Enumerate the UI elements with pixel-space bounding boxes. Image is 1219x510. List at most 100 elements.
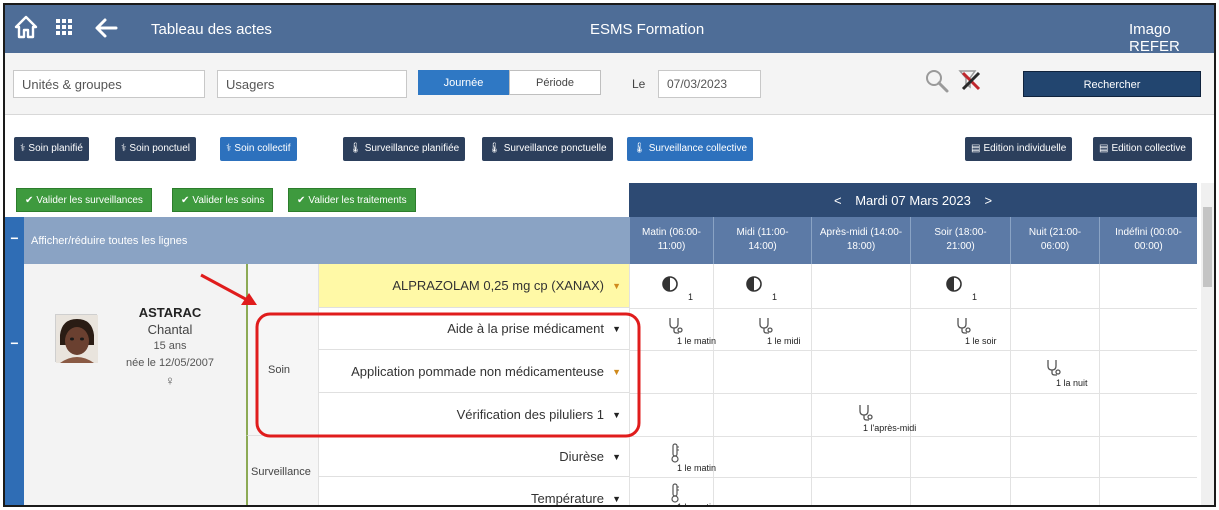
avatar [55,314,98,363]
grid-divider [1099,264,1100,505]
soin-ponctuel-button[interactable]: ⚕ Soin ponctuel [115,137,197,161]
half-dose-icon[interactable] [745,275,763,298]
top-bar: Tableau des actes ESMS Formation Imago R… [5,5,1214,55]
patient-birth-date: née le 12/05/2007 [125,357,215,369]
patient-collapse-toggle[interactable]: − [5,327,24,367]
patient-first-name: Chantal [147,322,193,337]
planned-care-caption: 1 le soir [965,336,997,346]
soin-category-cell: Soin [246,308,318,436]
apps-grid-icon[interactable] [55,18,73,41]
validate-surveillances-button[interactable]: ✔ Valider les surveillances [16,188,152,212]
grid-divider [629,350,1197,351]
surveillance-planifiee-button[interactable]: 🌡 Surveillance planifiée [343,137,466,161]
units-groups-field[interactable]: Unités & groupes [13,70,205,98]
day-navigator: < Mardi 07 Mars 2023 > [629,183,1197,217]
column-header-nuit: Nuit (21:00- 06:00) [1010,217,1099,264]
surveillance-category-label: Surveillance [251,466,311,478]
clear-filter-icon[interactable] [957,67,987,100]
check-icon: ✔ [181,195,190,206]
dose-count: 1 [688,292,694,302]
current-day-label: Mardi 07 Mars 2023 [855,193,971,208]
half-dose-icon[interactable] [661,275,679,298]
edition-collective-button[interactable]: ▤ Edition collective [1093,137,1192,161]
surveillance-label: Diurèse [559,449,604,464]
chevron-down-icon[interactable]: ▼ [612,367,621,377]
grid-divider [1010,264,1011,505]
surveillance-ponctuelle-button[interactable]: 🌡 Surveillance ponctuelle [482,137,613,161]
soin-label: Aide à la prise médicament [447,321,604,336]
planned-care-caption: 1 la nuit [1056,378,1088,388]
half-dose-icon[interactable] [945,275,963,298]
chevron-down-icon[interactable]: ▼ [612,494,621,504]
surveillance-row-temperature[interactable]: Température ▼ [318,477,630,506]
surveillance-collective-button[interactable]: 🌡 Surveillance collective [627,137,754,161]
soin-collectif-button[interactable]: ⚕ Soin collectif [220,137,297,161]
patient-last-name: ASTARAC [138,305,202,320]
treatment-row-alprazolam[interactable]: ALPRAZOLAM 0,25 mg cp (XANAX) ▼ [318,264,630,308]
mode-journee-toggle[interactable]: Journée [418,70,509,95]
soin-category-label: Soin [268,364,291,376]
patient-row-bar [5,264,24,505]
stethoscope-icon: ⚕ [226,143,232,154]
date-field[interactable]: 07/03/2023 [658,70,761,98]
female-sex-icon: ♀ [165,373,175,388]
planned-care-caption: 1 le matin [677,336,717,346]
chevron-down-icon[interactable]: ▼ [612,410,621,420]
soin-row-aide-prise[interactable]: Aide à la prise médicament ▼ [318,308,630,350]
document-icon: ▤ [1099,143,1109,154]
dose-count: 1 [972,292,978,302]
surveillance-category-cell: Surveillance [246,436,318,505]
screen-title: Tableau des actes [151,21,272,38]
chevron-down-icon[interactable]: ▼ [612,452,621,462]
document-icon: ▤ [971,143,981,154]
grid-divider [629,308,1197,309]
planned-surveillance-caption: 1 le matin [677,502,717,507]
search-button[interactable]: Rechercher [1023,71,1201,97]
next-day-button[interactable]: > [984,193,992,208]
mode-periode-toggle[interactable]: Période [509,70,601,95]
back-arrow-icon[interactable] [93,15,119,46]
thermometer-icon: 🌡 [488,143,501,154]
soin-row-verification-piluliers[interactable]: Vérification des piluliers 1 ▼ [318,393,630,436]
grid-divider [629,393,1197,394]
thermometer-icon: 🌡 [633,143,646,154]
soin-label: Application pommade non médicamenteuse [351,364,604,379]
validate-traitements-button[interactable]: ✔ Valider les traitements [288,188,416,212]
vertical-scrollbar[interactable] [1201,183,1214,505]
check-icon: ✔ [297,195,306,206]
thermometer-icon: 🌡 [349,143,362,154]
grid-divider [910,264,911,505]
users-field[interactable]: Usagers [217,70,407,98]
column-header-indefini: Indéfini (00:00- 00:00) [1099,217,1197,264]
soin-row-application-pommade[interactable]: Application pommade non médicamenteuse ▼ [318,350,630,393]
home-icon[interactable] [13,14,39,45]
expand-collapse-all-link[interactable]: Afficher/réduire toutes les lignes [31,235,187,247]
planned-care-caption: 1 l'après-midi [863,423,917,433]
grid-divider [811,264,812,505]
grid-divider [629,477,1197,478]
stethoscope-icon: ⚕ [121,143,127,154]
column-header-soir: Soir (18:00- 21:00) [910,217,1010,264]
column-header-matin: Matin (06:00- 11:00) [629,217,713,264]
dose-count: 1 [772,292,778,302]
treatment-label: ALPRAZOLAM 0,25 mg cp (XANAX) [392,278,604,293]
filter-bar: Unités & groupes Usagers Journée Période… [5,53,1214,115]
collapse-all-toggle[interactable]: − [5,217,24,264]
surveillance-label: Température [531,491,604,506]
search-icon[interactable] [923,67,951,100]
edition-individuelle-button[interactable]: ▤ Edition individuelle [965,137,1073,161]
chevron-down-icon[interactable]: ▼ [612,324,621,334]
column-header-midi: Midi (11:00- 14:00) [713,217,811,264]
scrollbar-thumb[interactable] [1203,207,1212,287]
soin-label: Vérification des piluliers 1 [456,407,604,422]
check-icon: ✔ [25,195,34,206]
previous-day-button[interactable]: < [834,193,842,208]
treatment-category-cell [246,264,318,308]
user-name[interactable]: Imago REFER [1129,21,1214,55]
establishment-title: ESMS Formation [590,21,705,38]
soin-planifie-button[interactable]: ⚕ Soin planifié [14,137,89,161]
surveillance-row-diurese[interactable]: Diurèse ▼ [318,436,630,477]
column-header-apres-midi: Après-midi (14:00- 18:00) [811,217,910,264]
validate-soins-button[interactable]: ✔ Valider les soins [172,188,274,212]
chevron-down-icon[interactable]: ▼ [612,281,621,291]
